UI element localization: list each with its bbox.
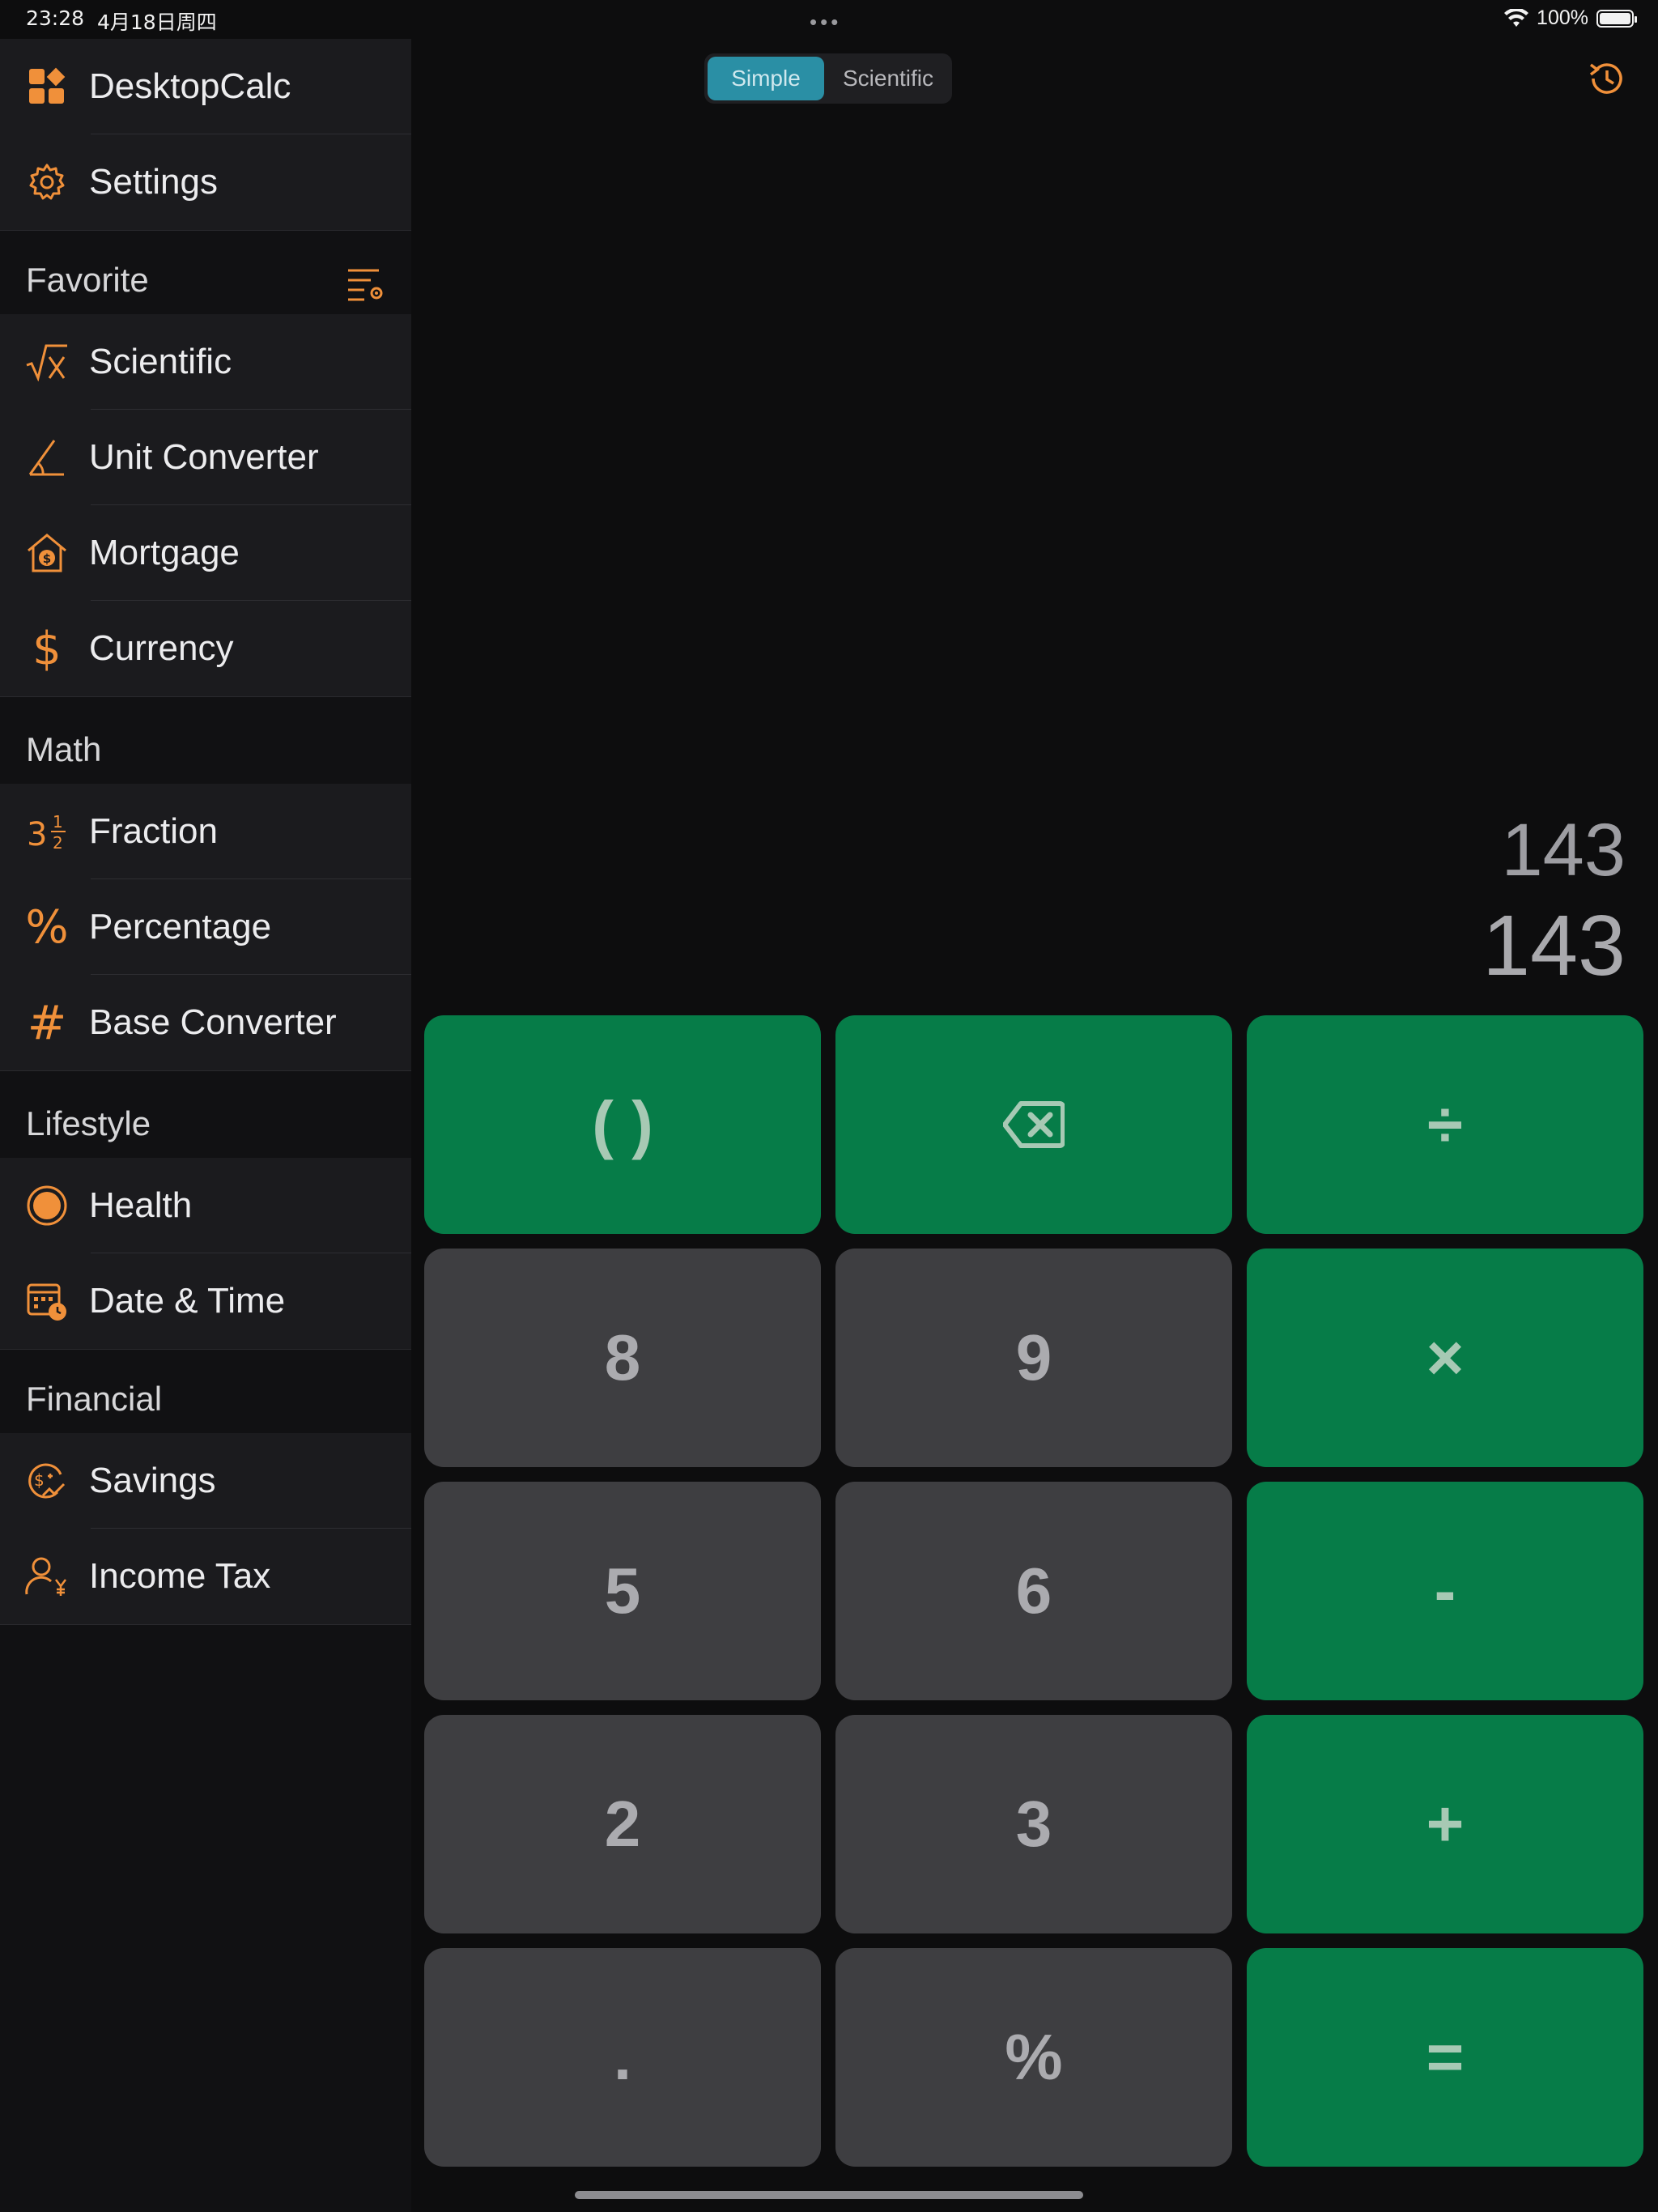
- battery-icon: [1596, 9, 1637, 28]
- sidebar-item-label: Income Tax: [89, 1556, 271, 1596]
- expression-display: 143: [1501, 809, 1626, 891]
- multiply-key[interactable]: ×: [1247, 1249, 1643, 1467]
- sidebar-item-desktopcalc[interactable]: DesktopCalc: [0, 39, 411, 134]
- dollar-icon: $: [32, 622, 62, 675]
- svg-text:3: 3: [27, 816, 47, 853]
- sidebar-item-label: Fraction: [89, 811, 218, 851]
- percent-key[interactable]: %: [835, 1948, 1232, 2167]
- sidebar-item-income-tax[interactable]: Income Tax: [0, 1529, 411, 1624]
- hash-icon: #: [27, 995, 67, 1050]
- widgets-icon: [24, 64, 70, 109]
- battery-percent: 100%: [1537, 6, 1588, 29]
- parentheses-key[interactable]: ( ): [424, 1015, 821, 1234]
- digit-2-key[interactable]: 2: [424, 1715, 821, 1933]
- svg-text:$: $: [43, 551, 51, 566]
- segment-simple[interactable]: Simple: [708, 57, 824, 100]
- keypad: ( ) ÷ 8 9 × 5 6 - 2 3 + . % =: [424, 1015, 1645, 2206]
- sidebar-item-date-time[interactable]: Date & Time: [0, 1253, 411, 1349]
- status-right: 100%: [1504, 6, 1637, 30]
- square-root-icon: [24, 339, 70, 385]
- sidebar-item-settings[interactable]: Settings: [0, 134, 411, 230]
- result-display: 143: [1482, 898, 1626, 993]
- digit-3-key[interactable]: 3: [835, 1715, 1232, 1933]
- sidebar: DesktopCalc Settings Favorite Scientific…: [0, 39, 411, 2212]
- sidebar-item-mortgage[interactable]: $ Mortgage: [0, 505, 411, 601]
- status-time: 23:28: [26, 6, 85, 30]
- sidebar-item-label: DesktopCalc: [89, 66, 291, 106]
- sidebar-item-label: Date & Time: [89, 1281, 286, 1321]
- history-icon[interactable]: [1587, 58, 1627, 99]
- equals-key[interactable]: =: [1247, 1948, 1643, 2167]
- person-yen-icon: [24, 1554, 70, 1599]
- angle-icon: [24, 435, 70, 480]
- subtract-key[interactable]: -: [1247, 1482, 1643, 1700]
- house-dollar-icon: $: [24, 530, 70, 576]
- gear-icon: [24, 160, 70, 205]
- digit-8-key[interactable]: 8: [424, 1249, 821, 1467]
- digit-5-key[interactable]: 5: [424, 1482, 821, 1700]
- sidebar-item-savings[interactable]: $ Savings: [0, 1433, 411, 1529]
- sidebar-item-label: Scientific: [89, 342, 232, 381]
- sidebar-item-label: Currency: [89, 628, 234, 668]
- sidebar-item-fraction[interactable]: 312 Fraction: [0, 784, 411, 879]
- home-indicator[interactable]: [575, 2191, 1083, 2199]
- fraction-icon: 312: [24, 809, 70, 854]
- sidebar-item-base-converter[interactable]: # Base Converter: [0, 975, 411, 1070]
- sidebar-item-scientific[interactable]: Scientific: [0, 314, 411, 410]
- status-bar: 23:28 4月18日周四 ••• 100%: [0, 0, 1658, 39]
- section-title-lifestyle: Lifestyle: [26, 1104, 151, 1142]
- backspace-key[interactable]: [835, 1015, 1232, 1234]
- edit-favorites-icon[interactable]: [346, 264, 385, 303]
- sidebar-item-label: Base Converter: [89, 1002, 337, 1042]
- backspace-icon: [1003, 1101, 1065, 1148]
- sidebar-item-label: Health: [89, 1185, 193, 1225]
- mode-segmented-control: Simple Scientific: [704, 53, 952, 104]
- add-key[interactable]: +: [1247, 1715, 1643, 1933]
- decimal-key[interactable]: .: [424, 1948, 821, 2167]
- segment-scientific[interactable]: Scientific: [827, 57, 949, 100]
- sidebar-item-label: Mortgage: [89, 533, 240, 572]
- section-title-financial: Financial: [26, 1380, 163, 1418]
- calendar-clock-icon: [24, 1278, 70, 1324]
- status-date: 4月18日周四: [97, 11, 217, 34]
- svg-text:$: $: [34, 1470, 45, 1490]
- digit-6-key[interactable]: 6: [835, 1482, 1232, 1700]
- svg-text:1: 1: [53, 812, 63, 832]
- section-title-math: Math: [26, 730, 102, 768]
- sidebar-item-currency[interactable]: $ Currency: [0, 601, 411, 696]
- sidebar-item-health[interactable]: Health: [0, 1158, 411, 1253]
- multitask-dots[interactable]: •••: [810, 10, 841, 35]
- savings-icon: $: [24, 1458, 70, 1504]
- sidebar-item-label: Unit Converter: [89, 437, 319, 477]
- sidebar-item-label: Percentage: [89, 907, 272, 946]
- section-title-favorite: Favorite: [26, 261, 149, 299]
- sidebar-item-percentage[interactable]: % Percentage: [0, 879, 411, 975]
- sidebar-item-label: Savings: [89, 1461, 216, 1500]
- sidebar-item-label: Settings: [89, 162, 218, 202]
- svg-text:2: 2: [53, 833, 63, 853]
- percent-icon: %: [25, 900, 69, 954]
- divide-key[interactable]: ÷: [1247, 1015, 1643, 1234]
- wifi-icon: [1504, 8, 1529, 27]
- calculator-main: Simple Scientific 143 143 ( ) ÷ 8 9 × 5 …: [411, 39, 1658, 2212]
- digit-9-key[interactable]: 9: [835, 1249, 1232, 1467]
- bmi-icon: [24, 1183, 70, 1228]
- sidebar-item-unit-converter[interactable]: Unit Converter: [0, 410, 411, 505]
